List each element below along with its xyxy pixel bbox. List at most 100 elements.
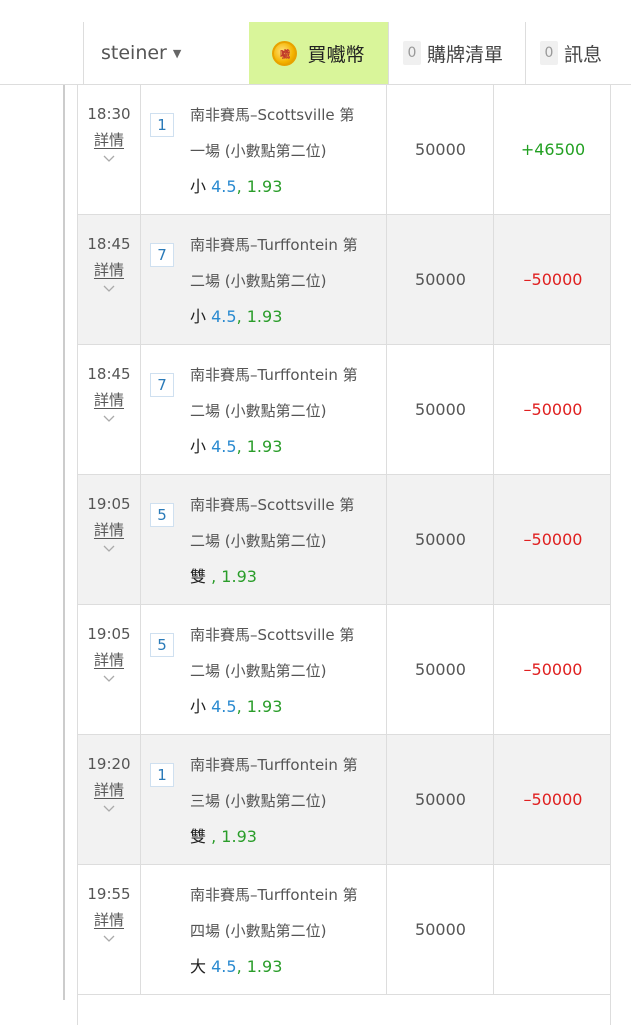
result-cell: –50000 xyxy=(495,735,611,864)
chevron-down-icon[interactable] xyxy=(102,932,116,946)
bet-slip-label: 購牌清單 xyxy=(427,43,504,66)
pick-odds-sep: , xyxy=(236,177,242,196)
race-name: 南非賽馬–Scottsville 第 xyxy=(190,106,355,124)
pick-odds-sep: , xyxy=(236,307,242,326)
stake-cell: 50000 xyxy=(388,475,494,604)
bet-description: 南非賽馬–Scottsville 第 一場 (小數點第二位) 小 4.5, 1.… xyxy=(190,97,382,205)
result-cell: –50000 xyxy=(495,605,611,734)
bet-row: 19:55 詳情 南非賽馬–Turffontein 第 四場 (小數點第二位) … xyxy=(77,865,611,995)
pick-odds-sep: , xyxy=(211,567,217,586)
buy-coins-button[interactable]: 嚱 買嚱幣 xyxy=(249,22,388,84)
race-subtitle: 三場 (小數點第二位) xyxy=(190,792,327,810)
pick-odds: 1.93 xyxy=(246,697,283,716)
bet-row: 18:45 詳情 7 南非賽馬–Turffontein 第 二場 (小數點第二位… xyxy=(77,215,611,345)
result-cell: +46500 xyxy=(495,85,611,214)
result-cell xyxy=(495,865,611,994)
runner-number: 1 xyxy=(150,763,174,787)
coin-icon: 嚱 xyxy=(272,40,298,66)
chevron-down-icon[interactable] xyxy=(102,152,116,166)
result-amount: –50000 xyxy=(523,530,583,549)
runner-number: 7 xyxy=(150,243,174,267)
details-link[interactable]: 詳情 xyxy=(78,129,140,150)
chevron-down-icon[interactable] xyxy=(102,672,116,686)
bet-time-cell: 19:20 詳情 xyxy=(78,735,141,864)
stake-cell: 50000 xyxy=(388,85,494,214)
result-amount: –50000 xyxy=(523,660,583,679)
race-subtitle: 四場 (小數點第二位) xyxy=(190,922,327,940)
pick-odds-sep: , xyxy=(236,437,242,456)
bet-description-cell: 7 南非賽馬–Turffontein 第 二場 (小數點第二位) 小 4.5, … xyxy=(142,345,387,474)
race-name: 南非賽馬–Turffontein 第 xyxy=(190,366,358,384)
bet-time-cell: 19:05 詳情 xyxy=(78,475,141,604)
bet-description-cell: 5 南非賽馬–Scottsville 第 二場 (小數點第二位) 雙 , 1.9… xyxy=(142,475,387,604)
pick-label: 小 xyxy=(190,697,207,716)
top-header: steiner ▼ 嚱 買嚱幣 0 購牌清單 0 訊息 xyxy=(0,0,631,85)
race-subtitle: 二場 (小數點第二位) xyxy=(190,402,327,420)
pick-label: 小 xyxy=(190,177,207,196)
bet-description-cell: 7 南非賽馬–Turffontein 第 二場 (小數點第二位) 小 4.5, … xyxy=(142,215,387,344)
pick-label: 雙 xyxy=(190,827,207,846)
messages-tab[interactable]: 0 訊息 xyxy=(526,22,631,84)
bet-history-table: 18:30 詳情 1 南非賽馬–Scottsville 第 一場 (小數點第二位… xyxy=(77,85,611,1025)
result-cell: –50000 xyxy=(495,475,611,604)
pick-label: 小 xyxy=(190,307,207,326)
bet-description-cell: 1 南非賽馬–Turffontein 第 三場 (小數點第二位) 雙 , 1.9… xyxy=(142,735,387,864)
bet-description: 南非賽馬–Turffontein 第 四場 (小數點第二位) 大 4.5, 1.… xyxy=(190,877,382,985)
bet-slip-count: 0 xyxy=(403,41,421,65)
bet-time: 18:30 xyxy=(87,105,131,123)
details-link[interactable]: 詳情 xyxy=(78,259,140,280)
details-link[interactable]: 詳情 xyxy=(78,649,140,670)
bet-row: 18:45 詳情 7 南非賽馬–Turffontein 第 二場 (小數點第二位… xyxy=(77,345,611,475)
bet-slip-tab[interactable]: 0 購牌清單 xyxy=(389,22,525,84)
chevron-down-icon[interactable] xyxy=(102,412,116,426)
race-subtitle: 二場 (小數點第二位) xyxy=(190,662,327,680)
pick-line: 4.5 xyxy=(211,697,237,716)
username: steiner xyxy=(101,42,167,64)
runner-number: 1 xyxy=(150,113,174,137)
pick-odds: 1.93 xyxy=(221,567,257,586)
stake-amount: 50000 xyxy=(415,920,466,939)
bet-time: 19:05 xyxy=(87,625,131,643)
bet-time-cell: 18:30 詳情 xyxy=(78,85,141,214)
chevron-down-icon[interactable] xyxy=(102,282,116,296)
bet-description: 南非賽馬–Turffontein 第 二場 (小數點第二位) 小 4.5, 1.… xyxy=(190,357,382,465)
chevron-down-icon[interactable] xyxy=(102,802,116,816)
result-amount: +46500 xyxy=(520,140,586,159)
pick-odds: 1.93 xyxy=(246,177,283,196)
pick-odds: 1.93 xyxy=(246,957,283,976)
details-link[interactable]: 詳情 xyxy=(78,389,140,410)
bet-row: 18:30 詳情 1 南非賽馬–Scottsville 第 一場 (小數點第二位… xyxy=(77,85,611,215)
bet-description-cell: 1 南非賽馬–Scottsville 第 一場 (小數點第二位) 小 4.5, … xyxy=(142,85,387,214)
stake-cell: 50000 xyxy=(388,345,494,474)
stake-amount: 50000 xyxy=(415,270,466,289)
details-link[interactable]: 詳情 xyxy=(78,909,140,930)
bet-time: 19:20 xyxy=(87,755,131,773)
stake-amount: 50000 xyxy=(415,660,466,679)
details-link[interactable]: 詳情 xyxy=(78,779,140,800)
bet-row: 19:05 詳情 5 南非賽馬–Scottsville 第 二場 (小數點第二位… xyxy=(77,605,611,735)
bet-description-cell: 5 南非賽馬–Scottsville 第 二場 (小數點第二位) 小 4.5, … xyxy=(142,605,387,734)
pick-label: 大 xyxy=(190,957,207,976)
pick-odds: 1.93 xyxy=(246,307,283,326)
result-amount: –50000 xyxy=(523,790,583,809)
bet-time-cell: 18:45 詳情 xyxy=(78,215,141,344)
race-name: 南非賽馬–Turffontein 第 xyxy=(190,886,358,904)
bet-row: 19:05 詳情 5 南非賽馬–Scottsville 第 二場 (小數點第二位… xyxy=(77,475,611,605)
bet-selection: 小 4.5, 1.93 xyxy=(190,169,382,205)
user-menu[interactable]: steiner ▼ xyxy=(84,22,248,84)
pick-odds-sep: , xyxy=(236,697,242,716)
stake-amount: 50000 xyxy=(415,400,466,419)
stake-amount: 50000 xyxy=(415,140,466,159)
chevron-down-icon[interactable] xyxy=(102,542,116,556)
bet-description: 南非賽馬–Turffontein 第 二場 (小數點第二位) 小 4.5, 1.… xyxy=(190,227,382,335)
race-name: 南非賽馬–Turffontein 第 xyxy=(190,236,358,254)
runner-number: 5 xyxy=(150,503,174,527)
pick-label: 雙 xyxy=(190,567,207,586)
pick-line: 4.5 xyxy=(211,957,237,976)
buy-coins-label: 買嚱幣 xyxy=(307,43,365,66)
messages-count: 0 xyxy=(540,41,558,65)
runner-number: 5 xyxy=(150,633,174,657)
pick-odds: 1.93 xyxy=(221,827,257,846)
bet-selection: 雙 , 1.93 xyxy=(190,559,382,595)
details-link[interactable]: 詳情 xyxy=(78,519,140,540)
